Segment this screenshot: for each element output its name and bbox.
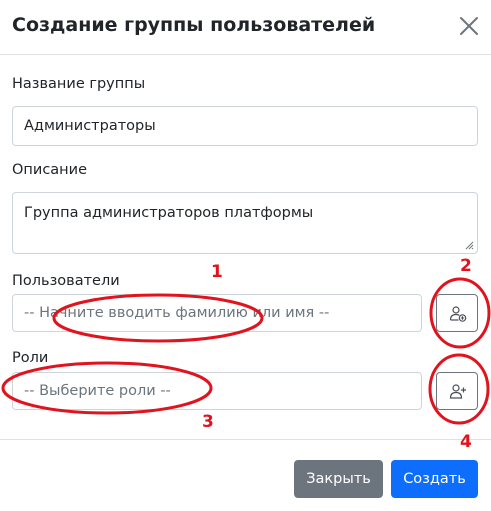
user-plus-icon (449, 306, 467, 322)
roles-select[interactable]: -- Выберите роли -- (12, 372, 422, 410)
group-name-input[interactable]: Администраторы (12, 106, 478, 146)
close-button[interactable]: Закрыть (294, 460, 383, 498)
resize-grip-icon[interactable] (465, 241, 474, 250)
annotation-number-3: 3 (202, 412, 214, 432)
description-value: Группа администраторов платформы (24, 205, 314, 221)
modal-footer: Закрыть Создать (0, 439, 491, 511)
roles-label: Роли (12, 350, 49, 366)
description-textarea[interactable]: Группа администраторов платформы (12, 192, 478, 254)
modal-title: Создание группы пользователей (12, 14, 376, 36)
group-name-label: Название группы (12, 76, 146, 92)
users-search-input[interactable]: -- Начните вводить фамилию или имя -- (12, 294, 422, 332)
modal-header: Создание группы пользователей (0, 0, 491, 55)
group-name-value: Администраторы (24, 118, 156, 134)
create-button[interactable]: Создать (391, 460, 478, 498)
add-user-button[interactable] (436, 294, 478, 332)
user-add-icon (449, 384, 466, 399)
users-placeholder: -- Начните вводить фамилию или имя -- (24, 305, 330, 321)
annotation-number-2: 2 (460, 256, 472, 276)
roles-placeholder: -- Выберите роли -- (24, 383, 171, 399)
close-icon[interactable] (456, 13, 482, 39)
description-label: Описание (12, 162, 87, 178)
add-role-button[interactable] (436, 372, 478, 410)
users-label: Пользователи (12, 273, 120, 289)
annotation-number-4: 4 (460, 432, 472, 452)
annotation-number-1: 1 (211, 262, 223, 282)
